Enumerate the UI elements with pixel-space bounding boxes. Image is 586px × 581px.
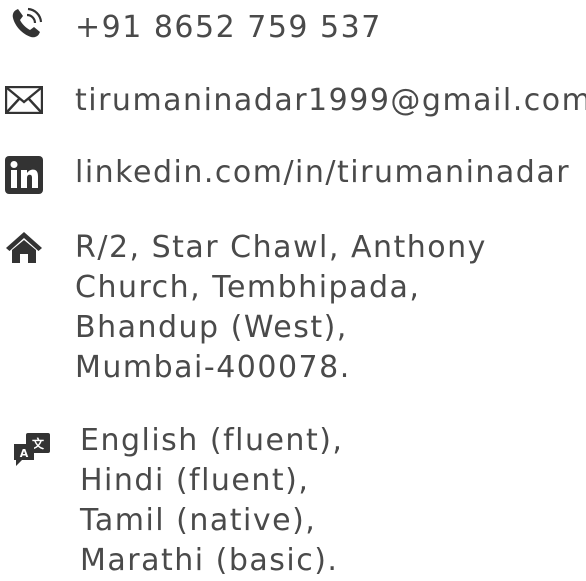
address-line: Mumbai-400078. <box>75 350 351 385</box>
address-block: R/2, Star Chawl, Anthony Church, Tembhip… <box>75 228 487 388</box>
svg-text:A: A <box>20 447 29 460</box>
envelope-icon <box>5 86 43 114</box>
language-item: English (fluent), <box>80 423 344 458</box>
phone-icon <box>12 7 43 38</box>
language-item: Marathi (basic). <box>80 543 339 578</box>
linkedin-url[interactable]: linkedin.com/in/tirumaninadar <box>75 155 570 190</box>
address-line: Bhandup (West), <box>75 310 348 345</box>
email-address[interactable]: tirumaninadar1999@gmail.com <box>75 83 586 118</box>
address-line: R/2, Star Chawl, Anthony <box>75 230 487 265</box>
linkedin-icon <box>5 156 43 194</box>
language-translate-icon: 文 A <box>14 433 50 466</box>
phone-number[interactable]: +91 8652 759 537 <box>75 10 382 45</box>
language-item: Tamil (native), <box>80 503 317 538</box>
address-line: Church, Tembhipada, <box>75 270 421 305</box>
languages-block: English (fluent), Hindi (fluent), Tamil … <box>80 421 343 581</box>
home-icon <box>6 232 42 263</box>
language-item: Hindi (fluent), <box>80 463 310 498</box>
